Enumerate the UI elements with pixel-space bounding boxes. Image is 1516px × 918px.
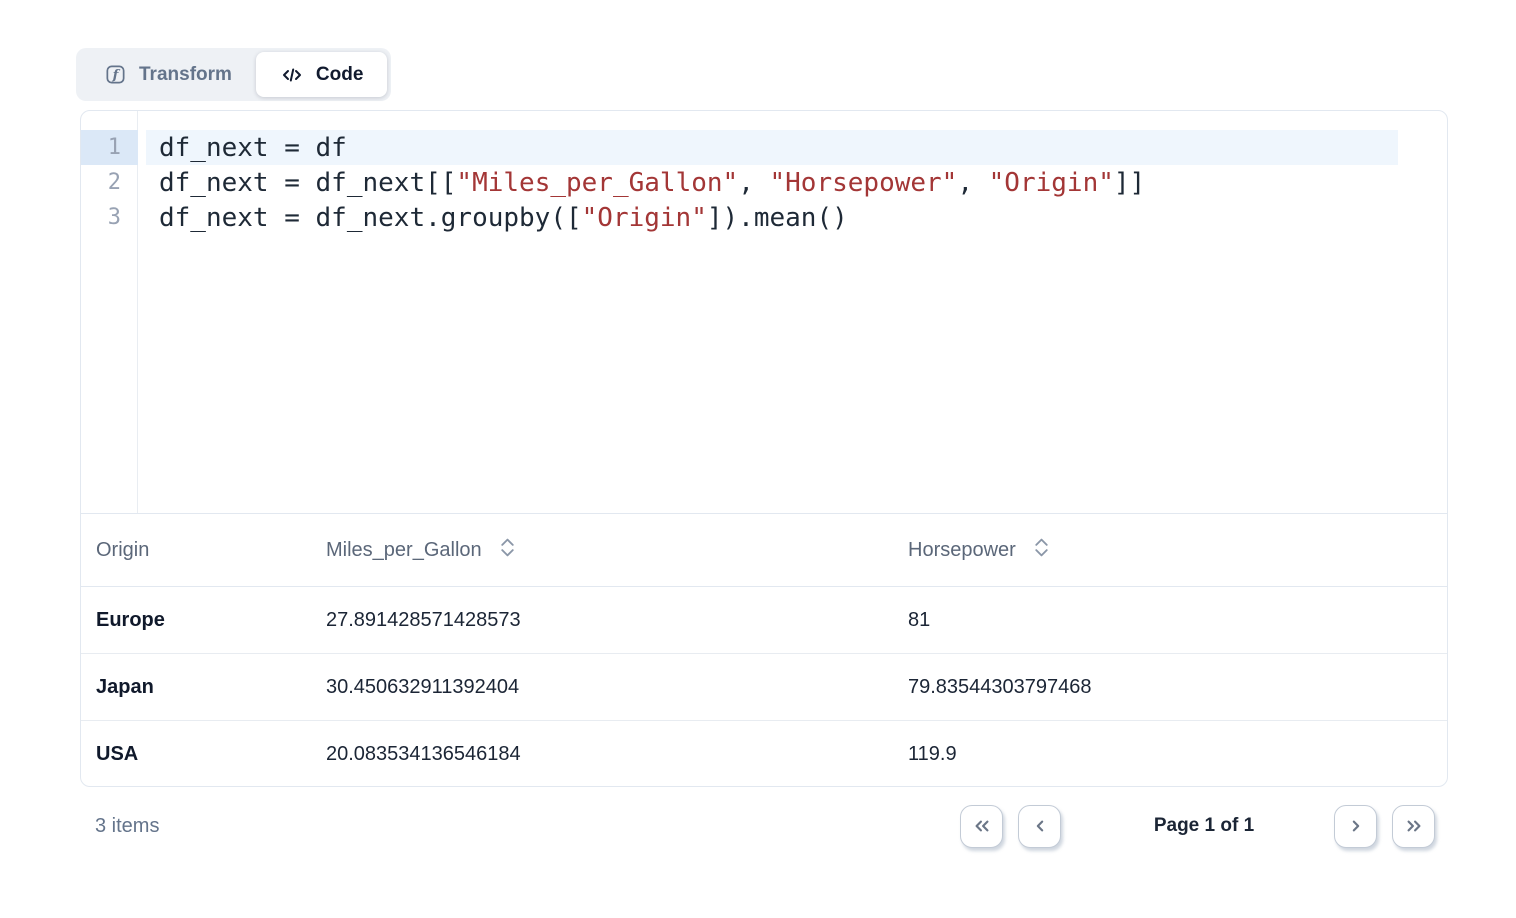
table-body: Europe27.89142857142857381Japan30.450632… — [81, 587, 1447, 787]
code-token: df_next = df_next[[ — [159, 168, 456, 198]
page-indicator: Page 1 of 1 — [1089, 815, 1319, 837]
table-header-row: Origin Miles_per_Gallon Horsepower — [81, 513, 1447, 587]
svg-text:f: f — [112, 67, 121, 83]
function-icon: f — [104, 63, 127, 86]
cell-miles-per-gallon: 30.450632911392404 — [326, 676, 908, 699]
chevrons-right-icon — [1401, 813, 1427, 839]
table-footer: 3 items Page 1 of 1 — [80, 798, 1448, 854]
line-number: 2 — [81, 165, 138, 200]
table-row: Europe27.89142857142857381 — [81, 587, 1447, 654]
column-header-label: Miles_per_Gallon — [326, 539, 482, 562]
next-page-button[interactable] — [1334, 805, 1377, 848]
cell-miles-per-gallon: 27.891428571428573 — [326, 609, 908, 632]
code-token: ]] — [1114, 168, 1145, 198]
string-token: "Miles_per_Gallon" — [456, 168, 738, 198]
column-header-label: Origin — [96, 539, 149, 562]
pagination: Page 1 of 1 — [945, 805, 1448, 848]
chevron-right-icon — [1343, 813, 1369, 839]
column-header-miles_per_gallon[interactable]: Miles_per_Gallon — [326, 537, 908, 564]
chevrons-left-icon — [969, 813, 995, 839]
code-brackets-icon — [280, 63, 304, 87]
column-header-horsepower[interactable]: Horsepower — [908, 537, 1447, 564]
sort-updown-icon[interactable] — [1033, 537, 1050, 564]
line-content[interactable]: df_next = df — [146, 130, 1398, 165]
code-line[interactable]: 1 df_next = df — [81, 130, 1447, 165]
code-and-result-panel: 1df_next = df2df_next = df_next[["Miles_… — [80, 110, 1448, 787]
chevron-left-icon — [1027, 813, 1053, 839]
line-content[interactable]: df_next = df_next.groupby(["Origin"]).me… — [146, 200, 1398, 235]
tab-transform[interactable]: f Transform — [80, 52, 256, 97]
prev-page-button[interactable] — [1018, 805, 1061, 848]
code-token: , — [738, 168, 769, 198]
cell-miles-per-gallon: 20.083534136546184 — [326, 743, 908, 766]
cell-origin: USA — [96, 743, 326, 766]
cell-horsepower: 79.83544303797468 — [908, 676, 1447, 699]
line-number: 1 — [81, 130, 138, 165]
cell-horsepower: 119.9 — [908, 743, 1447, 766]
code-token: df_next = df_next.groupby([ — [159, 203, 582, 233]
items-count: 3 items — [80, 815, 159, 838]
first-page-button[interactable] — [960, 805, 1003, 848]
view-mode-tabbar: f Transform Code — [76, 48, 391, 101]
code-editor[interactable]: 1df_next = df2df_next = df_next[["Miles_… — [81, 111, 1447, 513]
editor-lines: 1df_next = df2df_next = df_next[["Miles_… — [81, 130, 1447, 235]
table-row: USA20.083534136546184119.9 — [81, 721, 1447, 787]
code-line[interactable]: 3df_next = df_next.groupby(["Origin"]).m… — [81, 200, 1447, 235]
code-token: , — [957, 168, 988, 198]
cell-origin: Europe — [96, 609, 326, 632]
cell-horsepower: 81 — [908, 609, 1447, 632]
string-token: "Origin" — [582, 203, 707, 233]
line-content[interactable]: df_next = df_next[["Miles_per_Gallon", "… — [146, 165, 1398, 200]
table-row: Japan30.45063291139240479.83544303797468 — [81, 654, 1447, 721]
tab-code-label: Code — [316, 64, 364, 86]
column-header-label: Horsepower — [908, 539, 1016, 562]
sort-updown-icon[interactable] — [499, 537, 516, 564]
tab-transform-label: Transform — [139, 64, 232, 86]
code-token: ]).mean() — [707, 203, 848, 233]
string-token: "Horsepower" — [770, 168, 958, 198]
string-token: "Origin" — [989, 168, 1114, 198]
code-token: df_next = df — [159, 133, 347, 163]
last-page-button[interactable] — [1392, 805, 1435, 848]
cell-origin: Japan — [96, 676, 326, 699]
line-number: 3 — [81, 200, 138, 235]
code-line[interactable]: 2df_next = df_next[["Miles_per_Gallon", … — [81, 165, 1447, 200]
column-header-origin: Origin — [96, 539, 326, 562]
tab-code[interactable]: Code — [256, 52, 388, 97]
